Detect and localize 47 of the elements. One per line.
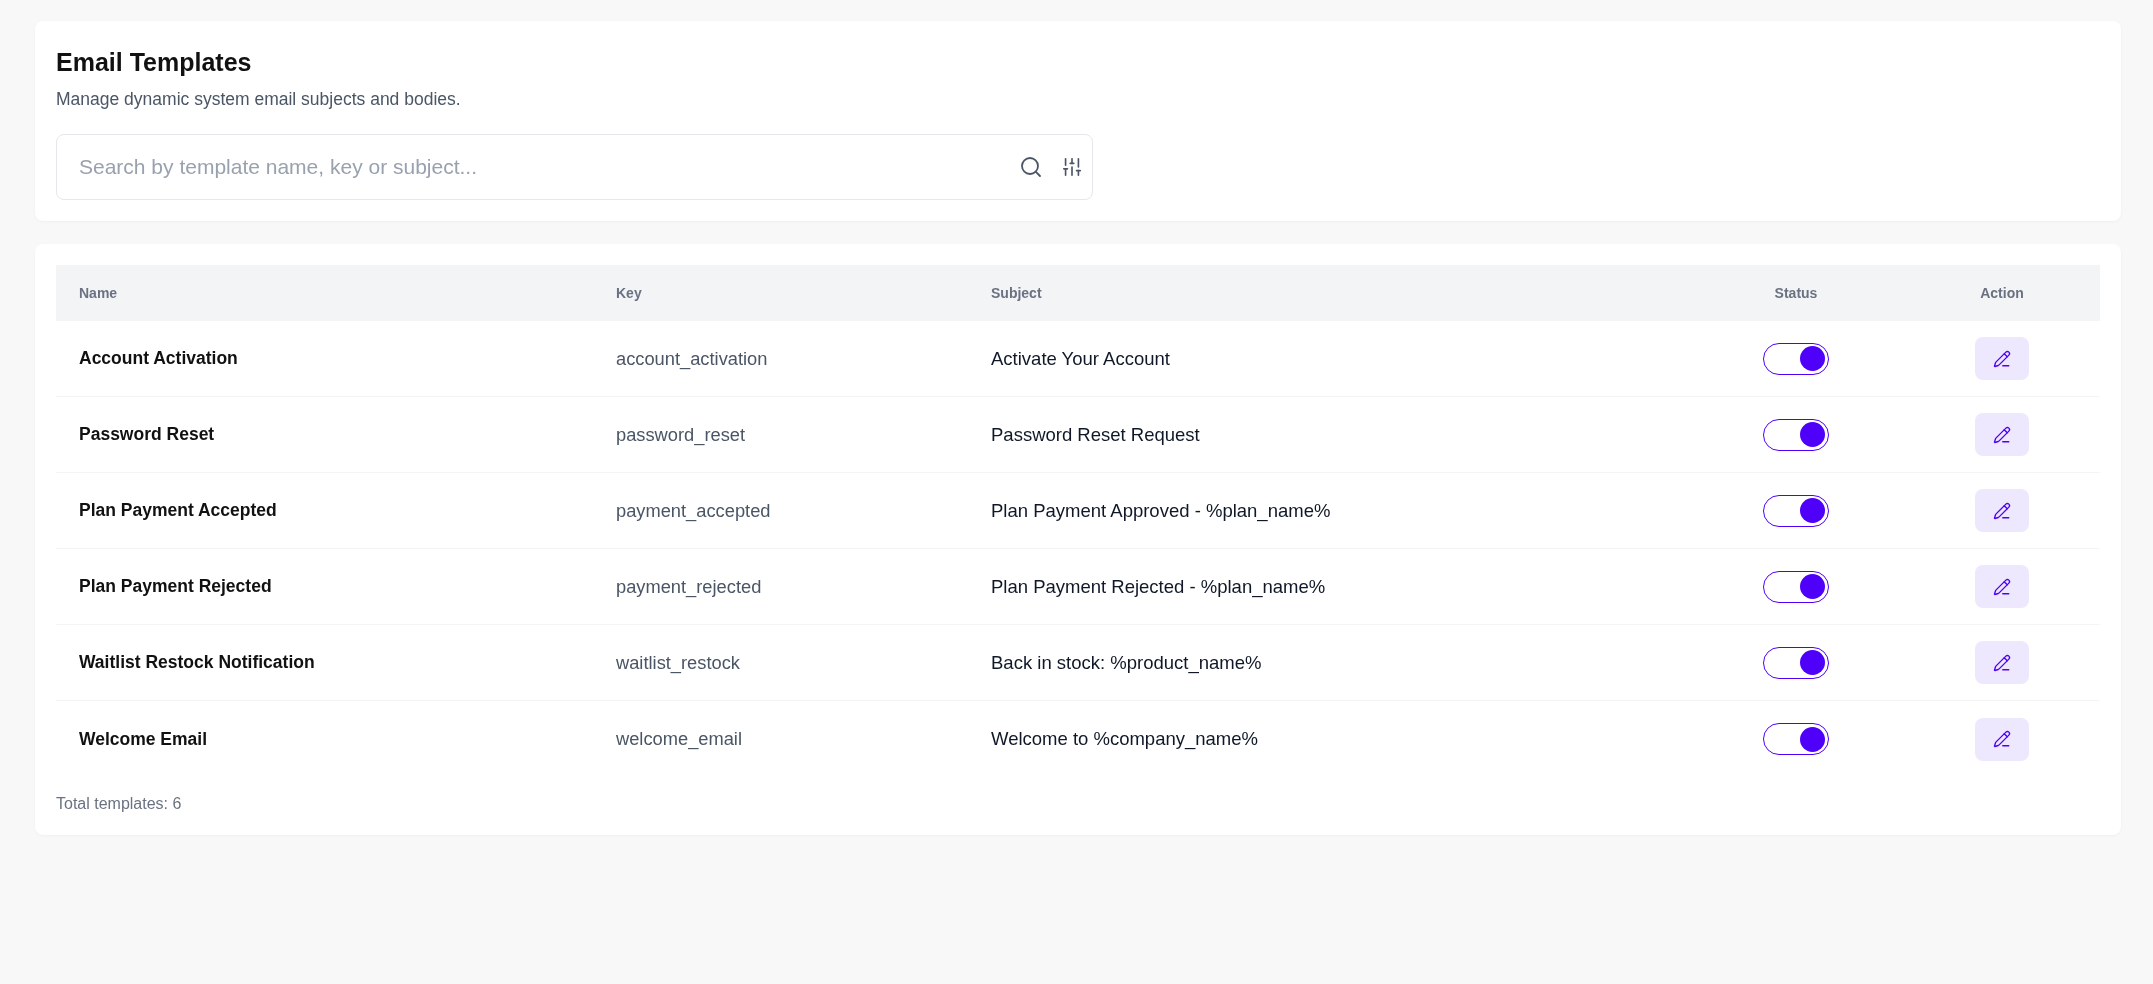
template-name: Plan Payment Accepted <box>79 500 277 521</box>
pencil-icon <box>1993 349 2011 368</box>
pencil-icon <box>1993 425 2011 444</box>
column-header: Subject <box>991 285 1042 301</box>
pencil-icon <box>1993 501 2011 520</box>
template-key: payment_accepted <box>616 499 771 521</box>
edit-button[interactable] <box>1975 641 2029 684</box>
template-key: password_reset <box>616 423 746 445</box>
template-name: Account Activation <box>79 348 238 369</box>
edit-button[interactable] <box>1975 489 2029 532</box>
pencil-icon <box>1993 653 2011 672</box>
status-toggle[interactable] <box>1763 723 1829 755</box>
edit-button[interactable] <box>1975 413 2029 456</box>
page-subtitle: Manage dynamic system email subjects and bodies. <box>56 88 462 111</box>
template-subject: Plan Payment Approved - %plan_name% <box>991 499 1331 521</box>
template-name: Plan Payment Rejected <box>79 576 272 597</box>
status-toggle[interactable] <box>1763 494 1829 527</box>
search-field[interactable]: Search by template name, key or subject... <box>56 134 1093 200</box>
template-key: payment_rejected <box>616 575 762 597</box>
edit-button[interactable] <box>1975 565 2029 608</box>
pencil-icon <box>1993 730 2011 748</box>
template-subject: Welcome to %company_name% <box>991 728 1258 750</box>
edit-button[interactable] <box>1975 337 2029 380</box>
status-toggle[interactable] <box>1763 342 1829 375</box>
template-key: welcome_email <box>616 728 742 750</box>
template-subject: Plan Payment Rejected - %plan_name% <box>991 575 1326 597</box>
column-header: Key <box>616 285 642 301</box>
template-key: waitlist_restock <box>616 651 740 673</box>
status-toggle[interactable] <box>1763 570 1829 603</box>
column-header: Status <box>1774 283 1818 303</box>
template-key: account_activation <box>616 347 768 369</box>
column-header: Name <box>79 285 118 301</box>
template-name: Welcome Email <box>79 728 208 749</box>
template-subject: Activate Your Account <box>991 347 1170 369</box>
search-icon <box>1019 155 1043 179</box>
status-toggle[interactable] <box>1763 646 1829 679</box>
filter-sliders-icon[interactable] <box>1061 156 1083 178</box>
edit-button[interactable] <box>1975 717 2029 761</box>
template-subject: Back in stock: %product_name% <box>991 651 1262 673</box>
total-count: Total templates: 6 <box>56 794 183 814</box>
template-name: Password Reset <box>79 424 215 445</box>
page-title: Email Templates <box>56 47 253 78</box>
template-name: Waitlist Restock Notification <box>79 652 315 673</box>
status-toggle[interactable] <box>1763 418 1829 451</box>
column-header: Action <box>1980 283 2024 303</box>
template-subject: Password Reset Request <box>991 423 1200 445</box>
pencil-icon <box>1993 577 2011 596</box>
